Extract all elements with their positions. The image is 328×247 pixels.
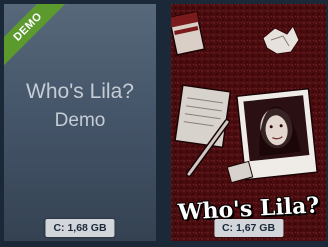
demo-game-card[interactable]: DEMO Who's Lila? Demo C: 1,68 GB <box>4 4 156 241</box>
game-title: Who's Lila? <box>26 80 134 103</box>
game-card[interactable]: Who's Lila? C: 1,67 GB <box>171 4 326 241</box>
game-subtitle: Demo <box>54 110 106 131</box>
install-size-badge: C: 1,68 GB <box>45 219 115 237</box>
notebook-icon <box>174 84 232 149</box>
demo-ribbon: DEMO <box>4 4 71 70</box>
install-size-badge: C: 1,67 GB <box>213 219 284 237</box>
